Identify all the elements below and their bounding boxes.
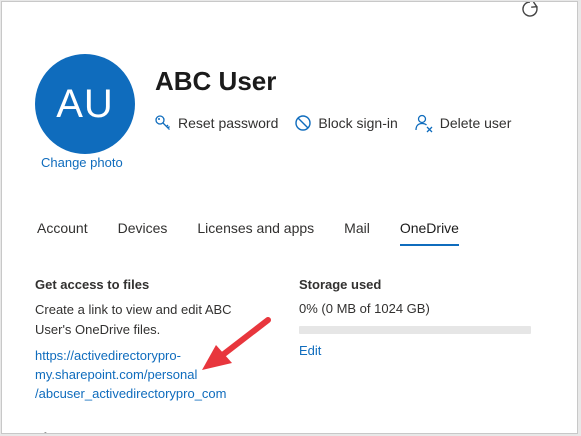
tab-devices[interactable]: Devices — [118, 220, 168, 250]
storage-edit-link[interactable]: Edit — [299, 343, 321, 358]
tab-mail[interactable]: Mail — [344, 220, 370, 250]
block-sign-in-button[interactable]: Block sign-in — [294, 114, 398, 132]
block-icon — [295, 115, 312, 131]
reset-password-button[interactable]: Reset password — [154, 114, 278, 132]
user-actions-bar: Reset password Block sign-in Delete user — [154, 113, 527, 133]
change-photo-link[interactable]: Change photo — [41, 155, 123, 170]
user-details-panel: AU Change photo ABC User Reset password … — [1, 1, 578, 434]
key-icon — [155, 115, 170, 130]
avatar-initials: AU — [56, 81, 114, 126]
onedrive-link-line-3: /abcuser_activedirectorypro_com — [35, 386, 227, 401]
storage-progress-bar — [299, 326, 531, 334]
delete-user-icon — [415, 114, 433, 133]
storage-used-heading: Storage used — [299, 277, 382, 292]
delete-user-label: Delete user — [439, 115, 512, 131]
block-sign-in-label: Block sign-in — [318, 115, 398, 131]
tab-bar: Account Devices Licenses and apps Mail O… — [37, 220, 489, 250]
get-access-heading: Get access to files — [35, 277, 150, 292]
avatar: AU — [35, 54, 135, 154]
user-display-name: ABC User — [155, 66, 277, 96]
cut-off-section-heading: Sh — [35, 430, 52, 433]
delete-user-button[interactable]: Delete user — [414, 113, 512, 133]
refresh-icon[interactable] — [520, 1, 540, 19]
annotation-arrow-icon — [202, 317, 271, 370]
storage-usage-text: 0% (0 MB of 1024 GB) — [299, 301, 430, 316]
reset-password-label: Reset password — [178, 115, 279, 131]
tab-onedrive[interactable]: OneDrive — [399, 220, 460, 250]
tab-licenses-and-apps[interactable]: Licenses and apps — [197, 220, 314, 250]
tab-account[interactable]: Account — [37, 220, 88, 250]
